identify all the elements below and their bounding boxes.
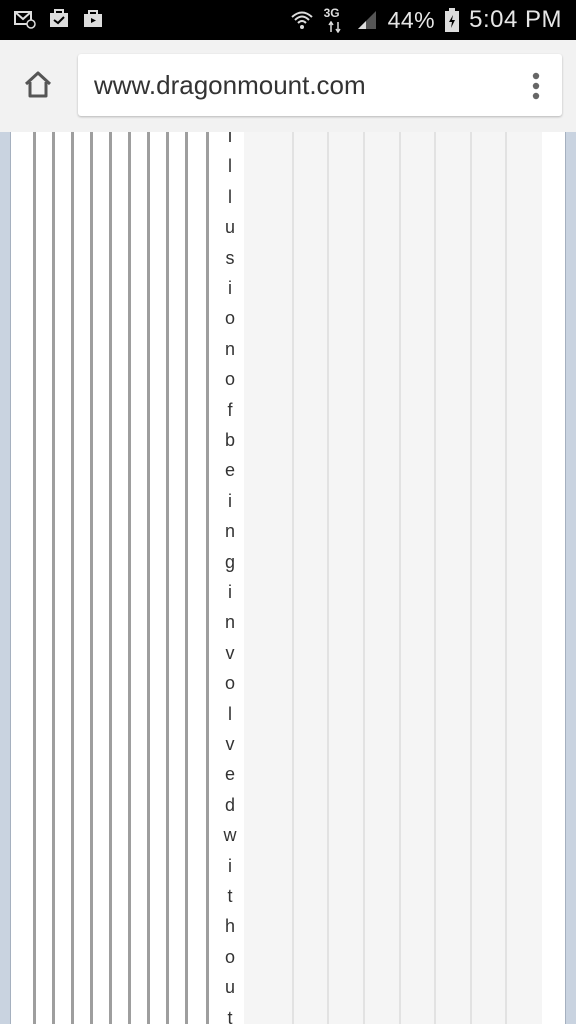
text-glyph: w <box>223 825 237 846</box>
column-rule <box>185 132 188 1024</box>
narrow-text-column: Illusionofbeinginvolvedwithout <box>212 132 248 1024</box>
cell-separator <box>363 132 365 1024</box>
text-glyph: d <box>224 794 235 815</box>
text-glyph: v <box>225 734 235 754</box>
page-margin-line-right <box>565 132 566 1024</box>
text-glyph: s <box>225 247 235 268</box>
overflow-menu-icon <box>532 72 540 100</box>
text-glyph: u <box>224 217 235 238</box>
text-glyph: e <box>224 460 235 481</box>
status-bar: 3G 44% 5:04 PM <box>0 0 576 40</box>
text-glyph: o <box>224 369 235 390</box>
network-indicator: 3G <box>324 6 346 34</box>
column-rule <box>128 132 131 1024</box>
column-rule <box>90 132 93 1024</box>
text-glyph: t <box>227 1007 233 1024</box>
cell-separator <box>505 132 507 1024</box>
column-rule <box>52 132 55 1024</box>
text-glyph: g <box>224 551 235 572</box>
notification-icons <box>14 8 104 30</box>
briefcase-icon <box>84 10 102 27</box>
column-rule <box>109 132 112 1024</box>
task-check-icon <box>50 9 68 27</box>
text-glyph: n <box>224 338 235 359</box>
wifi-icon <box>290 11 313 29</box>
column-rule <box>206 132 209 1024</box>
page-content[interactable]: Illusionofbeinginvolvedwithout <box>0 132 576 1024</box>
text-glyph: n <box>224 521 235 542</box>
text-glyph: f <box>227 399 233 420</box>
clock: 5:04 PM <box>469 6 562 33</box>
url-text: www.dragonmount.com <box>94 70 366 100</box>
battery-percent: 44% <box>387 6 436 33</box>
text-glyph: i <box>228 582 232 602</box>
page-margin-line-left <box>10 132 11 1024</box>
data-arrows-icon <box>327 21 341 33</box>
text-glyph: l <box>228 186 232 207</box>
signal-icon <box>357 11 376 29</box>
home-button[interactable] <box>18 64 58 104</box>
text-glyph: n <box>224 612 235 633</box>
column-rule <box>71 132 74 1024</box>
battery-icon <box>445 8 460 32</box>
text-glyph: i <box>228 490 232 511</box>
text-glyph: v <box>225 642 235 663</box>
text-glyph: b <box>224 430 235 450</box>
email-icon <box>14 11 36 29</box>
cell-separator <box>327 132 329 1024</box>
text-glyph: l <box>228 156 232 177</box>
browser-toolbar: www.dragonmount.com <box>0 40 576 133</box>
home-icon <box>24 71 52 98</box>
cell-separator <box>470 132 472 1024</box>
cell-separator <box>434 132 436 1024</box>
page-margin-right <box>566 132 576 1024</box>
text-glyph: i <box>228 855 232 876</box>
network-type: 3G <box>323 6 340 20</box>
page-margin-left <box>0 132 10 1024</box>
column-rule <box>33 132 36 1024</box>
column-rule <box>166 132 169 1024</box>
text-glyph: t <box>227 886 233 906</box>
text-glyph: I <box>227 132 233 146</box>
text-glyph: o <box>224 673 235 694</box>
cell-separator <box>399 132 401 1024</box>
cell-separator <box>292 132 294 1024</box>
text-glyph: o <box>224 308 235 329</box>
empty-table-cells <box>244 132 542 1024</box>
text-glyph: o <box>224 946 235 967</box>
text-glyph: e <box>224 764 235 785</box>
text-glyph: i <box>228 278 232 298</box>
overflow-menu-button[interactable] <box>514 64 558 108</box>
column-rule <box>147 132 150 1024</box>
system-status: 3G 44% 5:04 PM <box>290 6 562 34</box>
text-glyph: u <box>224 977 235 998</box>
address-bar[interactable]: www.dragonmount.com <box>78 54 562 116</box>
text-glyph: l <box>228 703 232 724</box>
text-glyph: h <box>224 916 235 937</box>
